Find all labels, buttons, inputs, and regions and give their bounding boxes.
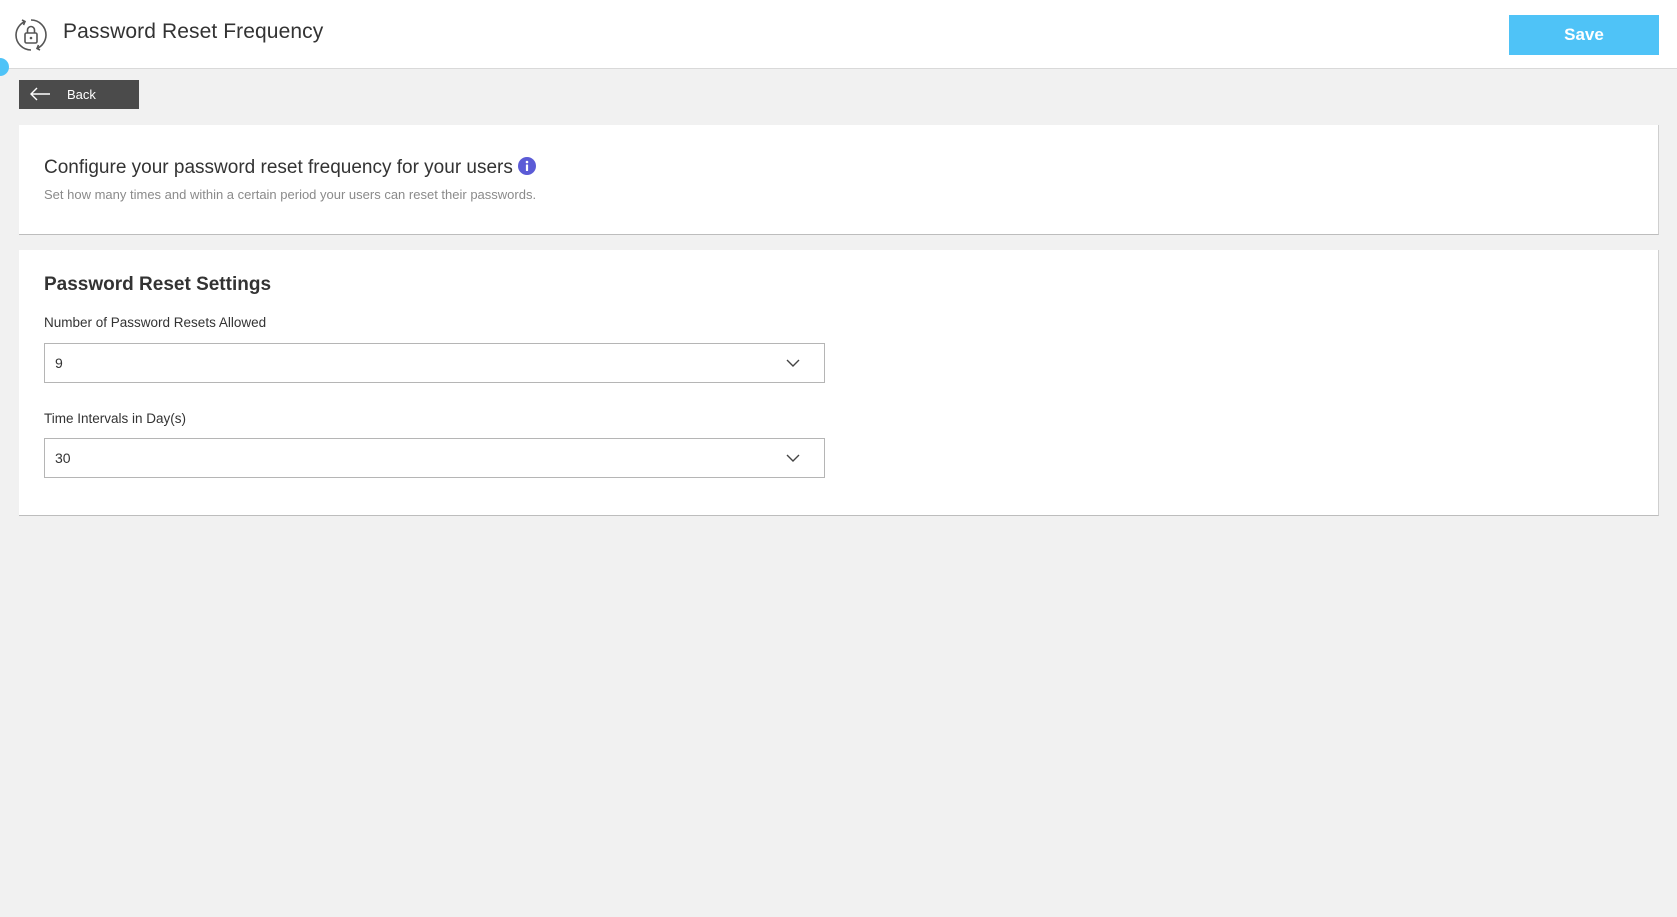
top-bar: Password Reset Frequency Save bbox=[0, 0, 1677, 69]
intro-card: Configure your password reset frequency … bbox=[19, 125, 1659, 235]
intro-title-text: Configure your password reset frequency … bbox=[44, 157, 513, 178]
chevron-down-icon bbox=[786, 359, 800, 367]
resets-allowed-label: Number of Password Resets Allowed bbox=[44, 315, 267, 330]
back-button-label: Back bbox=[67, 87, 96, 102]
save-button[interactable]: Save bbox=[1509, 15, 1659, 55]
settings-title: Password Reset Settings bbox=[44, 274, 272, 295]
intro-title: Configure your password reset frequency … bbox=[44, 157, 536, 179]
resets-allowed-select[interactable]: 9 bbox=[44, 343, 825, 383]
time-interval-select[interactable]: 30 bbox=[44, 438, 825, 478]
page-title: Password Reset Frequency bbox=[63, 20, 324, 43]
arrow-left-icon bbox=[30, 87, 50, 101]
time-interval-label: Time Intervals in Day(s) bbox=[44, 411, 187, 426]
info-icon[interactable] bbox=[517, 157, 536, 175]
intro-subtitle: Set how many times and within a certain … bbox=[44, 187, 537, 202]
back-button[interactable]: Back bbox=[19, 80, 139, 109]
time-interval-value: 30 bbox=[55, 450, 71, 466]
chevron-down-icon bbox=[786, 454, 800, 462]
settings-card: Password Reset Settings Number of Passwo… bbox=[19, 250, 1659, 516]
resets-allowed-value: 9 bbox=[55, 355, 63, 371]
lock-reset-icon bbox=[15, 19, 47, 51]
